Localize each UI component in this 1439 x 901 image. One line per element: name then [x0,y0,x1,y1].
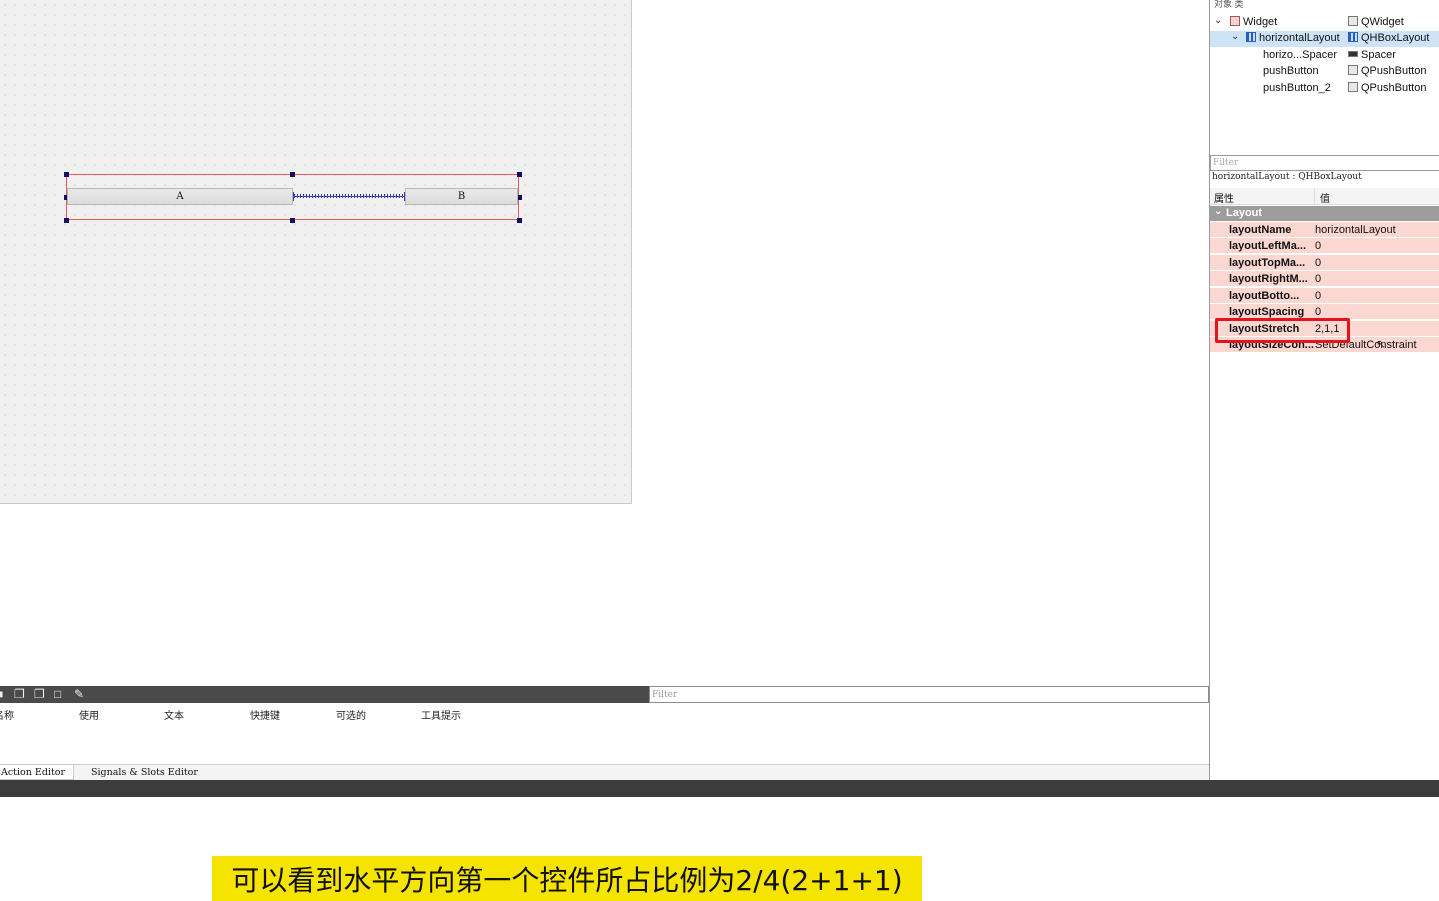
property-key: layoutName [1229,224,1292,236]
layout-icon [1246,32,1256,42]
tree-item-name: pushButton_2 [1263,82,1331,94]
property-row-bottom-margin[interactable]: layoutBotto... 0 [1210,288,1439,304]
property-row-left-margin[interactable]: layoutLeftMa... 0 [1210,238,1439,254]
layout-icon [1348,32,1358,42]
property-group-label: Layout [1226,207,1263,219]
property-value[interactable]: horizontalLayout [1315,224,1396,236]
column-header-text[interactable]: 文本 [164,707,184,722]
property-key: layoutTopMa... [1229,257,1306,269]
pushbutton-icon [1348,82,1358,92]
highlight-box [1215,318,1350,343]
property-value[interactable]: 0 [1315,273,1321,285]
column-header-used[interactable]: 使用 [79,707,99,722]
class-icon [1348,16,1358,26]
chevron-down-icon[interactable]: ⌄ [1214,206,1222,217]
property-key: layoutRightM... [1229,273,1308,285]
column-divider[interactable] [1314,188,1315,205]
document-icon[interactable]: □ [54,688,66,700]
column-header-tooltip[interactable]: 工具提示 [421,707,461,722]
tree-item-class: QHBoxLayout [1361,32,1430,44]
push-button-a[interactable]: A [67,188,293,205]
mouse-cursor-icon: ↖ [1376,337,1387,351]
copy-action-icon[interactable]: ❐ [14,688,26,700]
widget-icon [1230,16,1240,26]
property-value[interactable]: 0 [1315,306,1321,318]
tree-item-horizontal-layout[interactable]: ⌄ horizontalLayout QHBoxLayout [1210,31,1439,47]
pushbutton-icon [1348,65,1358,75]
chevron-down-icon[interactable]: ⌄ [1231,31,1239,42]
object-inspector-header: 对象 类 [1210,0,1439,10]
tree-item-class: QPushButton [1361,65,1427,77]
property-value[interactable]: 0 [1315,290,1321,302]
tree-item-class: QWidget [1361,16,1404,28]
action-filter-input[interactable]: Filter [649,686,1209,703]
tab-action-editor[interactable]: Action Editor [0,765,75,780]
property-group-layout[interactable]: ⌄ Layout [1210,206,1439,221]
tree-item-name: horizontalLayout [1259,32,1340,44]
tree-item-class: Spacer [1361,49,1396,61]
resize-handle[interactable] [290,172,295,177]
property-key: layoutSpacing [1229,306,1305,318]
status-bar [0,780,1439,797]
spacer-icon [1348,51,1358,57]
property-table-header: 属性 值 [1210,188,1439,205]
tree-item-pushbutton-2[interactable]: pushButton_2 QPushButton [1210,81,1439,97]
design-canvas[interactable] [0,0,632,504]
wrench-icon[interactable]: ✎ [74,688,86,700]
tree-item-class: QPushButton [1361,82,1427,94]
video-subtitle: 可以看到水平方向第一个控件所占比例为2/4(2+1+1) [212,856,922,901]
tab-signals-slots-editor[interactable]: Signals & Slots Editor [83,765,206,780]
object-inspector-header-text: 对象 类 [1214,0,1244,9]
property-value[interactable]: 0 [1315,257,1321,269]
value-column-header: 值 [1320,194,1330,205]
column-header-checkable[interactable]: 可选的 [336,707,366,722]
new-action-icon[interactable]: ■ [0,688,8,700]
column-header-shortcut[interactable]: 快捷键 [250,707,280,722]
horizontal-spacer[interactable] [293,192,405,201]
paste-action-icon[interactable]: ❐ [34,688,46,700]
tree-item-spacer[interactable]: horizo...Spacer Spacer [1210,48,1439,64]
tree-item-name: pushButton [1263,65,1319,77]
property-row-top-margin[interactable]: layoutTopMa... 0 [1210,255,1439,271]
tree-item-pushbutton[interactable]: pushButton QPushButton [1210,64,1439,80]
chevron-down-icon[interactable]: ⌄ [1214,15,1222,26]
resize-handle[interactable] [517,218,522,223]
property-row-right-margin[interactable]: layoutRightM... 0 [1210,271,1439,287]
property-column-header: 属性 [1214,194,1234,205]
tree-item-name: horizo...Spacer [1263,49,1337,61]
property-value[interactable]: 0 [1315,240,1321,252]
property-row-layout-name[interactable]: layoutName horizontalLayout [1210,222,1439,238]
right-dock-panel: 对象 类 ⌄ Widget QWidget ⌄ horizontalLayout… [1209,0,1439,781]
property-key: layoutLeftMa... [1229,240,1307,252]
tree-item-widget[interactable]: ⌄ Widget QWidget [1210,15,1439,31]
column-header-name[interactable]: 名称 [0,707,14,722]
property-key: layoutBotto... [1229,290,1300,302]
property-object-info: horizontalLayout : QHBoxLayout [1212,172,1362,182]
resize-handle[interactable] [64,172,69,177]
resize-handle[interactable] [290,218,295,223]
resize-handle[interactable] [64,218,69,223]
property-filter-input[interactable]: Filter [1210,155,1439,171]
resize-handle[interactable] [517,172,522,177]
tree-item-name: Widget [1243,16,1278,28]
push-button-b[interactable]: B [405,188,518,205]
